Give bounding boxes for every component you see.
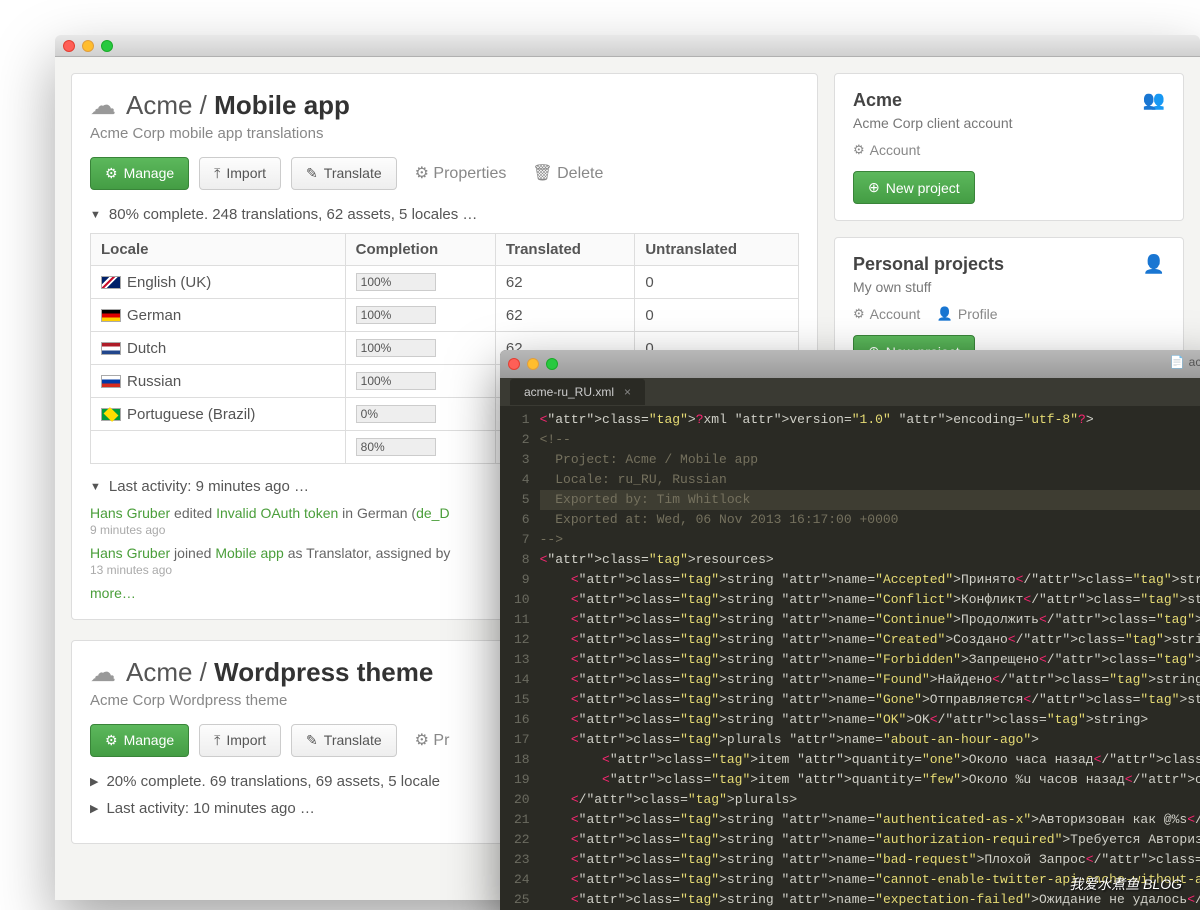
flag-icon [101,408,121,421]
caret-down-icon: ▼ [90,209,101,221]
new-project-button[interactable]: ⊕New project [853,171,975,204]
gear-icon: ⚙ [105,165,118,182]
col-completion: Completion [345,234,495,266]
translate-button[interactable]: ✎Translate [291,724,397,757]
personal-title: Personal projects [853,254,1004,275]
translate-button[interactable]: ✎Translate [291,157,397,190]
gear-icon: ⚙ [105,732,118,749]
user-icon: 👤 [1143,254,1165,275]
completion-summary[interactable]: ▼80% complete. 248 translations, 62 asse… [90,206,799,223]
org-panel: Acme👥 Acme Corp client account ⚙Account … [834,73,1184,221]
caret-right-icon: ▶ [90,775,98,788]
watermark: 我爱水煮鱼 BLOG [1069,874,1182,894]
trash-icon: 🗑 [532,165,552,182]
gear-icon: ⚙ [415,165,429,182]
breadcrumb-org: Acme / [126,657,207,687]
col-untranslated: Untranslated [635,234,799,266]
account-link[interactable]: ⚙Account [853,142,920,158]
org-subtitle: Acme Corp client account [853,115,1165,131]
window-titlebar [55,35,1200,57]
upload-icon: ⤒ [214,165,220,182]
import-button[interactable]: ⤒Import [199,157,281,190]
import-button[interactable]: ⤒Import [199,724,281,757]
caret-right-icon: ▶ [90,802,98,815]
zoom-icon[interactable] [101,40,113,52]
user-icon: 👤 [937,306,953,322]
table-row[interactable]: German 100% 620 [91,299,799,332]
gear-icon: ⚙ [853,142,865,158]
plus-circle-icon: ⊕ [868,179,880,196]
minimize-icon[interactable] [82,40,94,52]
cloud-icon: ☁ [90,90,116,121]
account-link[interactable]: ⚙Account [853,306,920,322]
manage-button[interactable]: ⚙Manage [90,157,189,190]
gear-icon: ⚙ [853,306,865,322]
personal-subtitle: My own stuff [853,279,1165,295]
breadcrumb-name: Mobile app [214,90,350,120]
flag-icon [101,309,121,322]
document-icon: 📄 [1170,355,1185,369]
org-title: Acme [853,90,902,111]
breadcrumb-org: Acme / [126,90,207,120]
users-icon: 👥 [1143,90,1165,111]
project-title: ☁ Acme / Mobile app [90,90,799,121]
table-row[interactable]: English (UK) 100% 620 [91,266,799,299]
project-subtitle: Acme Corp mobile app translations [90,125,799,142]
col-translated: Translated [495,234,634,266]
pencil-icon: ✎ [306,732,318,749]
code-area[interactable]: 1234567891011121314151617181920212223242… [500,406,1200,910]
close-tab-icon[interactable]: × [624,385,631,399]
gear-icon: ⚙ [415,732,429,749]
pencil-icon: ✎ [306,165,318,182]
breadcrumb-name: Wordpress theme [214,657,433,687]
flag-icon [101,276,121,289]
editor-tab-active[interactable]: acme-ru_RU.xml× [510,379,645,405]
minimize-icon[interactable] [527,358,539,370]
caret-down-icon: ▼ [90,481,101,493]
editor-tabs: acme-ru_RU.xml× [500,378,1200,406]
col-locale: Locale [91,234,346,266]
flag-icon [101,375,121,388]
close-icon[interactable] [63,40,75,52]
editor-window: 📄acme acme-ru_RU.xml× 123456789101112131… [500,350,1200,910]
zoom-icon[interactable] [546,358,558,370]
document-label: 📄acme [1170,355,1200,369]
profile-link[interactable]: 👤Profile [937,306,998,322]
properties-link[interactable]: ⚙ Properties [407,156,515,190]
close-icon[interactable] [508,358,520,370]
flag-icon [101,342,121,355]
more-link[interactable]: more… [90,585,136,601]
cloud-icon: ☁ [90,657,116,688]
properties-link[interactable]: ⚙ Pr [407,723,458,757]
delete-link[interactable]: 🗑 Delete [524,156,611,190]
upload-icon: ⤒ [214,732,220,749]
editor-titlebar: 📄acme [500,350,1200,378]
manage-button[interactable]: ⚙Manage [90,724,189,757]
